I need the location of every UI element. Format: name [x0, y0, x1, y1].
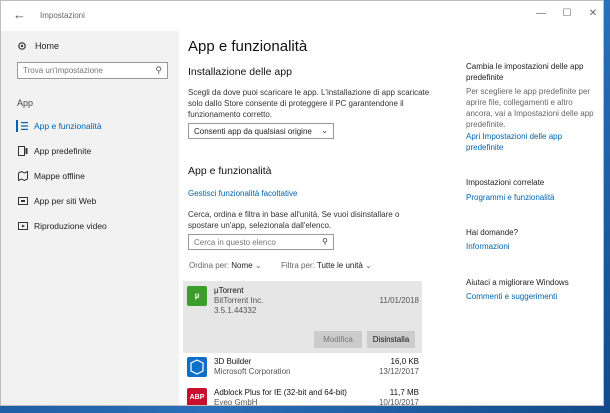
install-description-2: solo dallo Store consente di proteggere …	[188, 99, 404, 108]
install-source-value: Consenti app da qualsiasi origine	[194, 127, 312, 136]
websites-icon	[18, 197, 28, 205]
sort-value: Nome	[231, 261, 253, 270]
settings-search-input[interactable]: Trova un'impostazione ⚲	[17, 62, 168, 79]
chevron-down-icon: ⌄	[321, 126, 328, 135]
sidebar-item-label: Mappe offline	[34, 171, 85, 181]
home-label: Home	[35, 41, 60, 51]
app-name: Adblock Plus for IE (32-bit and 64-bit)	[214, 388, 347, 397]
filter-label: Filtra per:	[281, 261, 315, 270]
app-list-search-placeholder: Cerca in questo elenco	[194, 238, 276, 247]
window-title: Impostazioni	[40, 11, 85, 20]
uninstall-button[interactable]: Disinstalla	[367, 331, 415, 348]
gear-icon	[18, 42, 26, 50]
sidebar-item-offline-maps[interactable]: Mappe offline	[1, 168, 179, 186]
3d-builder-icon	[187, 357, 207, 377]
page-title: App e funzionalità	[188, 38, 308, 55]
sidebar-item-label: Riproduzione video	[34, 221, 107, 231]
filter-dropdown[interactable]: Filtra per: Tutte le unità ⌄	[281, 261, 372, 270]
manage-optional-features-link[interactable]: Gestisci funzionalità facoltative	[188, 189, 297, 198]
list-item[interactable]: ABP Adblock Plus for IE (32-bit and 64-b…	[187, 388, 419, 406]
sidebar-item-label: App per siti Web	[34, 196, 97, 206]
default-apps-icon	[18, 146, 28, 156]
improve-heading: Aiutaci a migliorare Windows	[466, 278, 569, 287]
apps-heading: App e funzionalità	[188, 165, 272, 177]
app-list-search-input[interactable]: Cerca in questo elenco ⚲	[188, 234, 334, 250]
search-description-2: spostare un'app, selezionala dall'elenco…	[188, 221, 332, 230]
app-date: 11/01/2018	[379, 296, 419, 305]
install-heading: Installazione delle app	[188, 66, 292, 78]
sort-label: Ordina per:	[189, 261, 230, 270]
info-link[interactable]: Informazioni	[466, 241, 596, 252]
map-icon	[18, 171, 28, 181]
sidebar-item-label: App e funzionalità	[34, 121, 102, 131]
app-version: 3.5.1.44332	[214, 306, 257, 315]
cube-icon	[190, 359, 204, 375]
app-size: 16,0 KB	[390, 357, 419, 366]
search-icon: ⚲	[322, 237, 328, 246]
app-size: 11,7 MB	[389, 388, 419, 397]
install-description-1: Scegli da dove puoi scaricare le app. L'…	[188, 88, 430, 97]
help-heading: Hai domande?	[466, 228, 519, 237]
video-icon	[18, 222, 28, 230]
minimize-button[interactable]: —	[534, 8, 548, 19]
default-apps-settings-link[interactable]: Apri Impostazioni delle app predefinite	[466, 131, 596, 153]
sidebar-item-websites[interactable]: App per siti Web	[1, 193, 179, 211]
app-publisher: Eyeo GmbH	[214, 398, 258, 406]
app-date: 13/12/2017	[378, 367, 419, 376]
sidebar-item-default-apps[interactable]: App predefinite	[1, 143, 179, 161]
programs-features-link[interactable]: Programmi e funzionalità	[466, 192, 596, 203]
search-icon: ⚲	[155, 65, 162, 75]
related-description: Per scegliere le app predefinite per apr…	[466, 87, 594, 129]
app-name: µTorrent	[214, 286, 244, 295]
chevron-down-icon: ⌄	[365, 261, 372, 270]
filter-value: Tutte le unità	[316, 261, 363, 270]
settings-window: ← Impostazioni — ☐ ✕ Home Trova un'impos…	[0, 0, 604, 406]
section-label: App	[17, 98, 34, 108]
modify-button[interactable]: Modifica	[314, 331, 362, 348]
maximize-button[interactable]: ☐	[560, 8, 574, 19]
list-item[interactable]: µ µTorrent BitTorrent Inc. 3.5.1.44332 1…	[187, 286, 419, 315]
feedback-link[interactable]: Commenti e suggerimenti	[466, 291, 596, 302]
chevron-down-icon: ⌄	[254, 261, 262, 270]
app-publisher: BitTorrent Inc.	[214, 296, 264, 305]
sort-dropdown[interactable]: Ordina per: Nome ⌄	[189, 261, 262, 270]
adblock-plus-icon: ABP	[187, 388, 207, 405]
search-placeholder: Trova un'impostazione	[23, 66, 103, 75]
back-arrow-icon[interactable]: ←	[13, 8, 27, 22]
app-date: 10/10/2017	[378, 398, 419, 406]
home-link[interactable]: Home	[17, 39, 59, 53]
sidebar-item-label: App predefinite	[34, 146, 92, 156]
title-bar: ← Impostazioni — ☐ ✕	[1, 1, 603, 31]
app-name: 3D Builder	[214, 357, 252, 366]
install-source-dropdown[interactable]: Consenti app da qualsiasi origine ⌄	[188, 123, 334, 139]
install-description-3: funzionamento corretto.	[188, 110, 273, 119]
sidebar: Home Trova un'impostazione ⚲ App App e f…	[1, 31, 179, 405]
search-description-1: Cerca, ordina e filtra in base all'unità…	[188, 210, 400, 219]
sidebar-item-video[interactable]: Riproduzione video	[1, 218, 179, 236]
list-icon	[21, 122, 28, 130]
close-button[interactable]: ✕	[586, 8, 600, 19]
related-heading: Cambia le impostazioni delle app predefi…	[466, 62, 584, 82]
app-publisher: Microsoft Corporation	[214, 367, 291, 376]
related-settings-heading: Impostazioni correlate	[466, 178, 545, 187]
sidebar-item-apps-features[interactable]: App e funzionalità	[1, 118, 179, 136]
list-item[interactable]: 3D Builder Microsoft Corporation 16,0 KB…	[187, 357, 419, 379]
utorrent-icon: µ	[187, 286, 207, 306]
